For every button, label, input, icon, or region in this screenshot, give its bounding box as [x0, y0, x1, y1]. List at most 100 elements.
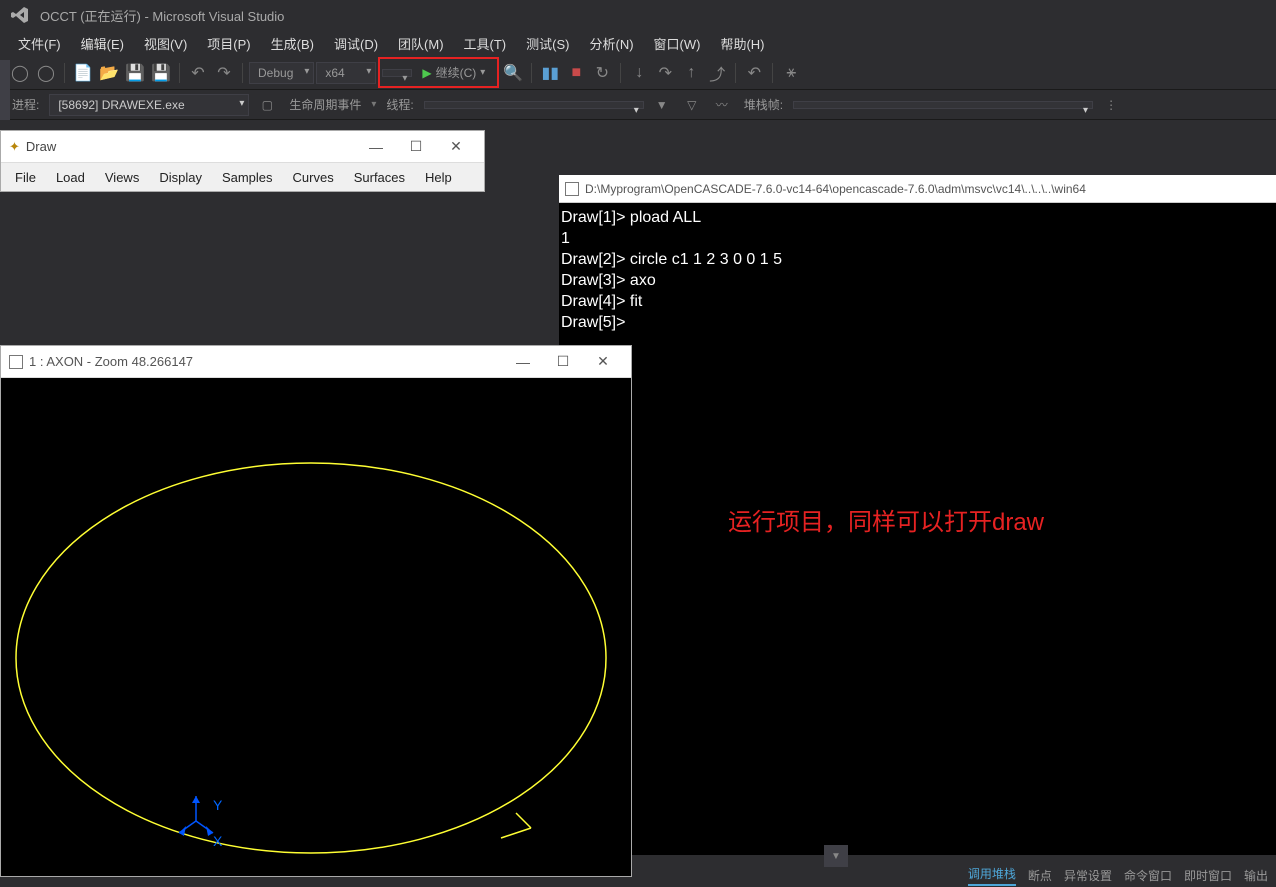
- axon-window: 1 : AXON - Zoom 48.266147 — ☐ ✕ Y X: [0, 345, 632, 877]
- bottom-tabs: 调用堆栈 断点 异常设置 命令窗口 即时窗口 输出: [960, 863, 1276, 887]
- axon-title: 1 : AXON - Zoom 48.266147: [29, 354, 193, 369]
- nav-forward-icon[interactable]: ◯: [34, 61, 58, 85]
- axis-y-label: Y: [213, 797, 223, 813]
- draw-titlebar[interactable]: ✦ Draw — ☐ ✕: [1, 131, 484, 163]
- separator: [242, 63, 243, 83]
- arrow-line: [501, 828, 531, 838]
- menu-team[interactable]: 团队(M): [388, 30, 454, 57]
- axon-titlebar[interactable]: 1 : AXON - Zoom 48.266147 — ☐ ✕: [1, 346, 631, 378]
- step-out-icon[interactable]: ↑: [679, 61, 703, 85]
- draw-menu-load[interactable]: Load: [46, 166, 95, 189]
- process-label: 进程:: [8, 96, 43, 113]
- continue-label: 继续(C): [436, 64, 477, 81]
- save-all-icon[interactable]: 💾: [149, 61, 173, 85]
- console-title: D:\Myprogram\OpenCASCADE-7.6.0-vc14-64\o…: [585, 182, 1086, 196]
- step-icon[interactable]: ⤴: [705, 61, 729, 85]
- axon-icon: [9, 355, 23, 369]
- menu-debug[interactable]: 调试(D): [324, 30, 388, 57]
- draw-menu-display[interactable]: Display: [149, 166, 212, 189]
- separator: [179, 63, 180, 83]
- play-icon: ▶: [422, 66, 431, 80]
- menu-file[interactable]: 文件(F): [8, 30, 71, 57]
- console-icon: [565, 182, 579, 196]
- undo-icon[interactable]: ↶: [186, 61, 210, 85]
- draw-title: Draw: [26, 139, 56, 154]
- filter2-icon[interactable]: ▽: [680, 93, 704, 117]
- annotation-text: 运行项目，同样可以打开draw: [728, 502, 1044, 537]
- debug-toolbar: 进程: [58692] DRAWEXE.exe ▢ 生命周期事件 ▾ 线程: ▼…: [0, 90, 1276, 120]
- redo-icon[interactable]: ↷: [212, 61, 236, 85]
- arrow-line: [516, 813, 531, 828]
- axis-gizmo: [179, 796, 213, 836]
- draw-menu-curves[interactable]: Curves: [283, 166, 344, 189]
- tab-command[interactable]: 命令窗口: [1124, 867, 1172, 884]
- maximize-button[interactable]: ☐: [543, 348, 583, 376]
- draw-menu-help[interactable]: Help: [415, 166, 462, 189]
- tool2-icon[interactable]: ⚹: [779, 61, 803, 85]
- tool-icon[interactable]: ↶: [742, 61, 766, 85]
- maximize-button[interactable]: ☐: [396, 133, 436, 161]
- menu-window[interactable]: 窗口(W): [644, 30, 711, 57]
- console-output[interactable]: Draw[1]> pload ALL 1 Draw[2]> circle c1 …: [559, 203, 1276, 337]
- tab-breakpoints[interactable]: 断点: [1028, 867, 1052, 884]
- menu-tools[interactable]: 工具(T): [454, 30, 517, 57]
- step-into-icon[interactable]: ↓: [627, 61, 651, 85]
- menu-project[interactable]: 项目(P): [197, 30, 260, 57]
- filter-icon[interactable]: ▼: [650, 93, 674, 117]
- step-over-icon[interactable]: ↷: [653, 61, 677, 85]
- tab-exceptions[interactable]: 异常设置: [1064, 867, 1112, 884]
- console-titlebar[interactable]: D:\Myprogram\OpenCASCADE-7.6.0-vc14-64\o…: [559, 175, 1276, 203]
- nav-back-icon[interactable]: ◯: [8, 61, 32, 85]
- new-file-icon[interactable]: 📄: [71, 61, 95, 85]
- save-icon[interactable]: 💾: [123, 61, 147, 85]
- draw-menubar: File Load Views Display Samples Curves S…: [1, 163, 484, 191]
- tab-immediate[interactable]: 即时窗口: [1184, 867, 1232, 884]
- lifecycle-icon[interactable]: ▢: [255, 93, 279, 117]
- window-title: OCCT (正在运行) - Microsoft Visual Studio: [40, 6, 284, 25]
- minimize-button[interactable]: —: [356, 133, 396, 161]
- more-icon[interactable]: ⋮: [1099, 93, 1123, 117]
- stack-label: 堆栈帧:: [740, 96, 787, 113]
- scroll-down-icon[interactable]: ▼: [824, 845, 848, 867]
- menu-test[interactable]: 测试(S): [516, 30, 579, 57]
- menu-view[interactable]: 视图(V): [134, 30, 197, 57]
- highlighted-region: ▶ 继续(C) ▾: [378, 57, 499, 88]
- tab-output[interactable]: 输出: [1244, 867, 1268, 884]
- menu-help[interactable]: 帮助(H): [710, 30, 774, 57]
- platform-combo[interactable]: x64: [316, 62, 376, 84]
- pause-icon[interactable]: ▮▮: [538, 61, 562, 85]
- close-button[interactable]: ✕: [436, 133, 476, 161]
- config-combo[interactable]: Debug: [249, 62, 314, 84]
- axis-x-label: X: [213, 833, 223, 849]
- circle-geometry: [16, 463, 606, 853]
- stop-icon[interactable]: ■: [564, 61, 588, 85]
- draw-menu-surfaces[interactable]: Surfaces: [344, 166, 415, 189]
- draw-icon: ✦: [9, 139, 20, 155]
- left-collapsed-tab[interactable]: [0, 60, 10, 120]
- axon-viewport[interactable]: Y X: [1, 378, 631, 876]
- start-target-combo[interactable]: [382, 69, 412, 77]
- lifecycle-label: 生命周期事件: [285, 96, 365, 113]
- menu-edit[interactable]: 编辑(E): [71, 30, 134, 57]
- continue-button[interactable]: ▶ 继续(C) ▾: [412, 61, 495, 84]
- toolbar: ◯ ◯ 📄 📂 💾 💾 ↶ ↷ Debug x64 ▶ 继续(C) ▾ 🔍 ▮▮…: [0, 56, 1276, 90]
- menubar: 文件(F) 编辑(E) 视图(V) 项目(P) 生成(B) 调试(D) 团队(M…: [0, 30, 1276, 56]
- restart-icon[interactable]: ↻: [590, 61, 614, 85]
- draw-window: ✦ Draw — ☐ ✕ File Load Views Display Sam…: [0, 130, 485, 192]
- draw-menu-views[interactable]: Views: [95, 166, 149, 189]
- open-file-icon[interactable]: 📂: [97, 61, 121, 85]
- tab-callstack[interactable]: 调用堆栈: [968, 865, 1016, 886]
- stack-combo[interactable]: [793, 101, 1093, 109]
- thread-combo[interactable]: [424, 101, 644, 109]
- minimize-button[interactable]: —: [503, 348, 543, 376]
- graph-icon[interactable]: 〰: [710, 93, 734, 117]
- draw-menu-file[interactable]: File: [5, 166, 46, 189]
- find-icon[interactable]: 🔍: [501, 61, 525, 85]
- separator: [620, 63, 621, 83]
- menu-build[interactable]: 生成(B): [261, 30, 324, 57]
- process-combo[interactable]: [58692] DRAWEXE.exe: [49, 94, 249, 116]
- menu-analyze[interactable]: 分析(N): [579, 30, 643, 57]
- titlebar: OCCT (正在运行) - Microsoft Visual Studio: [0, 0, 1276, 30]
- close-button[interactable]: ✕: [583, 348, 623, 376]
- draw-menu-samples[interactable]: Samples: [212, 166, 283, 189]
